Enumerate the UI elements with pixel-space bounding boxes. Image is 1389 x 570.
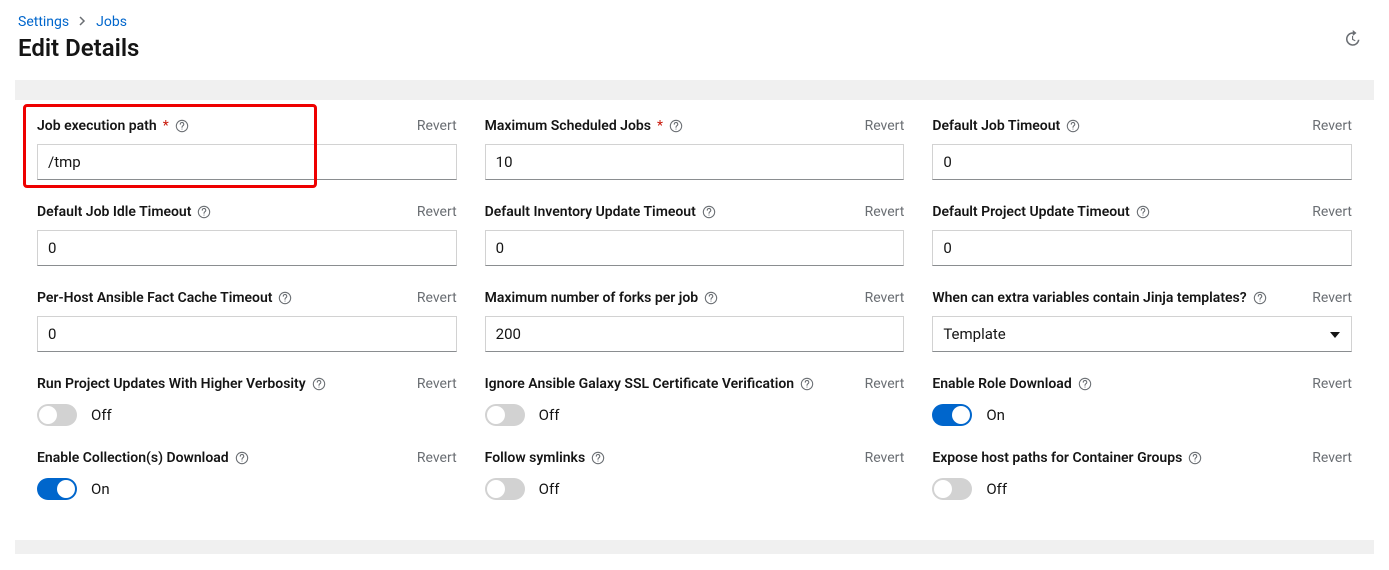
help-icon[interactable] xyxy=(1078,377,1092,391)
label-enable-role-download: Enable Role Download xyxy=(932,376,1071,392)
label-default-job-timeout: Default Job Timeout xyxy=(932,118,1060,134)
revert-button[interactable]: Revert xyxy=(1312,450,1352,466)
help-icon[interactable] xyxy=(197,205,211,219)
toggle-state-label: Off xyxy=(539,406,560,424)
toggle-state-label: On xyxy=(91,480,110,498)
revert-button[interactable]: Revert xyxy=(1312,204,1352,220)
help-icon[interactable] xyxy=(175,119,189,133)
label-max-forks: Maximum number of forks per job xyxy=(485,290,699,306)
project-update-timeout-input[interactable] xyxy=(932,230,1352,266)
field-expose-host-paths: Expose host paths for Container Groups R… xyxy=(932,450,1352,500)
toggle-state-label: On xyxy=(986,406,1005,424)
field-inventory-update-timeout: Default Inventory Update Timeout Revert xyxy=(485,204,905,266)
default-idle-timeout-input[interactable] xyxy=(37,230,457,266)
label-inventory-update-timeout: Default Inventory Update Timeout xyxy=(485,204,696,220)
revert-button[interactable]: Revert xyxy=(865,376,905,392)
help-icon[interactable] xyxy=(669,119,683,133)
field-enable-collections-download: Enable Collection(s) Download Revert On xyxy=(37,450,457,500)
revert-button[interactable]: Revert xyxy=(865,118,905,134)
label-default-idle-timeout: Default Job Idle Timeout xyxy=(37,204,191,220)
help-icon[interactable] xyxy=(312,377,326,391)
label-follow-symlinks: Follow symlinks xyxy=(485,450,585,466)
field-fact-cache-timeout: Per-Host Ansible Fact Cache Timeout Reve… xyxy=(37,290,457,352)
max-forks-input[interactable] xyxy=(485,316,905,352)
fact-cache-timeout-input[interactable] xyxy=(37,316,457,352)
revert-button[interactable]: Revert xyxy=(865,290,905,306)
job-execution-path-input[interactable] xyxy=(37,144,457,180)
help-icon[interactable] xyxy=(591,451,605,465)
required-icon: * xyxy=(657,118,663,134)
field-default-idle-timeout: Default Job Idle Timeout Revert xyxy=(37,204,457,266)
help-icon[interactable] xyxy=(1188,451,1202,465)
revert-button[interactable]: Revert xyxy=(1312,118,1352,134)
label-enable-collections-download: Enable Collection(s) Download xyxy=(37,450,229,466)
field-enable-role-download: Enable Role Download Revert On xyxy=(932,376,1352,426)
help-icon[interactable] xyxy=(702,205,716,219)
field-ignore-ssl: Ignore Ansible Galaxy SSL Certificate Ve… xyxy=(485,376,905,426)
help-icon[interactable] xyxy=(1253,291,1267,305)
revert-button[interactable]: Revert xyxy=(865,204,905,220)
ignore-ssl-toggle[interactable] xyxy=(485,404,525,426)
help-icon[interactable] xyxy=(704,291,718,305)
revert-button[interactable]: Revert xyxy=(1312,376,1352,392)
enable-collections-download-toggle[interactable] xyxy=(37,478,77,500)
revert-button[interactable]: Revert xyxy=(417,118,457,134)
revert-button[interactable]: Revert xyxy=(417,290,457,306)
toggle-state-label: Off xyxy=(539,480,560,498)
label-ignore-ssl: Ignore Ansible Galaxy SSL Certificate Ve… xyxy=(485,376,794,392)
field-max-scheduled-jobs: Maximum Scheduled Jobs * Revert xyxy=(485,118,905,180)
field-follow-symlinks: Follow symlinks Revert Off xyxy=(485,450,905,500)
jinja-templates-select[interactable] xyxy=(932,316,1352,352)
label-fact-cache-timeout: Per-Host Ansible Fact Cache Timeout xyxy=(37,290,272,306)
field-job-execution-path: Job execution path * Revert xyxy=(37,118,457,180)
label-max-scheduled-jobs: Maximum Scheduled Jobs xyxy=(485,118,651,134)
field-higher-verbosity: Run Project Updates With Higher Verbosit… xyxy=(37,376,457,426)
label-project-update-timeout: Default Project Update Timeout xyxy=(932,204,1129,220)
follow-symlinks-toggle[interactable] xyxy=(485,478,525,500)
field-max-forks: Maximum number of forks per job Revert xyxy=(485,290,905,352)
revert-button[interactable]: Revert xyxy=(417,204,457,220)
field-jinja-templates: When can extra variables contain Jinja t… xyxy=(932,290,1352,352)
revert-button[interactable]: Revert xyxy=(1312,290,1352,306)
revert-button[interactable]: Revert xyxy=(865,450,905,466)
toggle-state-label: Off xyxy=(91,406,112,424)
help-icon[interactable] xyxy=(800,377,814,391)
breadcrumb-settings[interactable]: Settings xyxy=(18,14,69,30)
help-icon[interactable] xyxy=(278,291,292,305)
field-project-update-timeout: Default Project Update Timeout Revert xyxy=(932,204,1352,266)
help-icon[interactable] xyxy=(235,451,249,465)
label-higher-verbosity: Run Project Updates With Higher Verbosit… xyxy=(37,376,306,392)
expose-host-paths-toggle[interactable] xyxy=(932,478,972,500)
label-jinja-templates: When can extra variables contain Jinja t… xyxy=(932,290,1246,306)
form-panel: Job execution path * Revert Maximum Sche… xyxy=(15,80,1374,554)
help-icon[interactable] xyxy=(1066,119,1080,133)
field-default-job-timeout: Default Job Timeout Revert xyxy=(932,118,1352,180)
default-job-timeout-input[interactable] xyxy=(932,144,1352,180)
label-job-execution-path: Job execution path xyxy=(37,118,157,134)
history-icon[interactable] xyxy=(1343,30,1361,52)
breadcrumb-jobs[interactable]: Jobs xyxy=(96,14,127,30)
label-expose-host-paths: Expose host paths for Container Groups xyxy=(932,450,1182,466)
enable-role-download-toggle[interactable] xyxy=(932,404,972,426)
toggle-state-label: Off xyxy=(986,480,1007,498)
help-icon[interactable] xyxy=(1136,205,1150,219)
revert-button[interactable]: Revert xyxy=(417,376,457,392)
revert-button[interactable]: Revert xyxy=(417,450,457,466)
page-title: Edit Details xyxy=(18,34,1371,62)
max-scheduled-jobs-input[interactable] xyxy=(485,144,905,180)
inventory-update-timeout-input[interactable] xyxy=(485,230,905,266)
breadcrumb: Settings Jobs xyxy=(18,14,1371,30)
required-icon: * xyxy=(163,118,169,134)
higher-verbosity-toggle[interactable] xyxy=(37,404,77,426)
breadcrumb-sep-icon xyxy=(79,14,86,30)
